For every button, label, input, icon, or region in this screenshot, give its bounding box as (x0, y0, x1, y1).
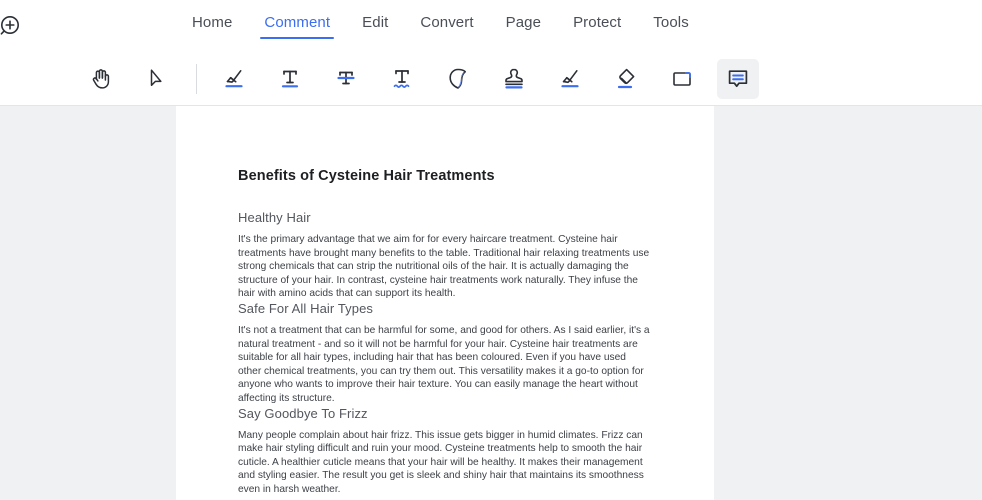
zoom-in-icon (0, 14, 24, 40)
sticker-peel-icon (443, 64, 473, 94)
strikethrough-tool-button[interactable] (325, 59, 367, 99)
tab-comment[interactable]: Comment (248, 8, 346, 45)
stamp-icon (499, 64, 529, 94)
eraser-tool-button[interactable] (605, 59, 647, 99)
document-viewer[interactable]: Benefits of Cysteine Hair Treatments Hea… (0, 106, 982, 500)
squiggly-tool-button[interactable] (381, 59, 423, 99)
tab-label: Tools (653, 13, 689, 31)
highlighter-icon (219, 64, 249, 94)
hand-tool-button[interactable] (80, 59, 122, 99)
tab-label: Page (505, 13, 542, 31)
tab-page[interactable]: Page (490, 8, 557, 45)
tab-label: Edit (362, 13, 389, 31)
signature-tool-button[interactable] (549, 59, 591, 99)
tab-label: Convert (420, 13, 474, 31)
document-section: Say Goodbye To Frizz Many people complai… (238, 406, 666, 497)
document-section: Safe For All Hair Types It's not a treat… (238, 301, 666, 406)
document-page[interactable]: Benefits of Cysteine Hair Treatments Hea… (176, 106, 714, 500)
section-body: It's the primary advantage that we aim f… (238, 234, 650, 300)
section-body: It's not a treatment that can be harmful… (238, 324, 650, 404)
section-heading: Safe For All Hair Types (238, 300, 374, 316)
text-underline-icon (275, 64, 305, 94)
hand-icon (88, 66, 114, 92)
page-content: Benefits of Cysteine Hair Treatments Hea… (176, 106, 714, 497)
tab-protect[interactable]: Protect (557, 8, 637, 45)
highlight-tool-button[interactable] (213, 59, 255, 99)
sticky-note-tool-button[interactable] (437, 59, 479, 99)
pdf-editor-window: Home Comment Edit Convert Page Protect T… (0, 0, 982, 500)
zoom-in-button[interactable] (0, 8, 30, 46)
document-title: Benefits of Cysteine Hair Treatments (238, 168, 495, 184)
tab-label: Comment (264, 13, 331, 31)
tab-edit[interactable]: Edit (346, 8, 404, 45)
section-body: Many people complain about hair frizz. T… (238, 429, 644, 495)
eraser-icon (611, 64, 641, 94)
tab-label: Protect (573, 13, 622, 31)
tab-convert[interactable]: Convert (404, 8, 489, 45)
tab-bar: Home Comment Edit Convert Page Protect T… (0, 0, 982, 52)
ribbon: Home Comment Edit Convert Page Protect T… (0, 0, 982, 106)
comment-tool-button[interactable] (717, 59, 759, 99)
tab-home[interactable]: Home (176, 8, 248, 45)
comment-bubble-icon (723, 64, 753, 94)
select-tool-button[interactable] (136, 59, 178, 99)
comment-toolbar (0, 52, 982, 106)
document-section: Healthy Hair It's the primary advantage … (238, 210, 666, 301)
rectangle-tool-button[interactable] (661, 59, 703, 99)
cursor-arrow-icon (144, 66, 170, 92)
stamp-tool-button[interactable] (493, 59, 535, 99)
tab-label: Home (192, 13, 233, 31)
underline-tool-button[interactable] (269, 59, 311, 99)
section-heading: Say Goodbye To Frizz (238, 405, 368, 421)
squiggly-underline-icon (387, 64, 417, 94)
section-heading: Healthy Hair (238, 210, 311, 225)
tab-tools[interactable]: Tools (637, 8, 705, 45)
toolbar-divider (196, 64, 197, 94)
rectangle-icon (667, 64, 697, 94)
signature-pen-icon (555, 64, 585, 94)
strikethrough-icon (331, 64, 361, 94)
